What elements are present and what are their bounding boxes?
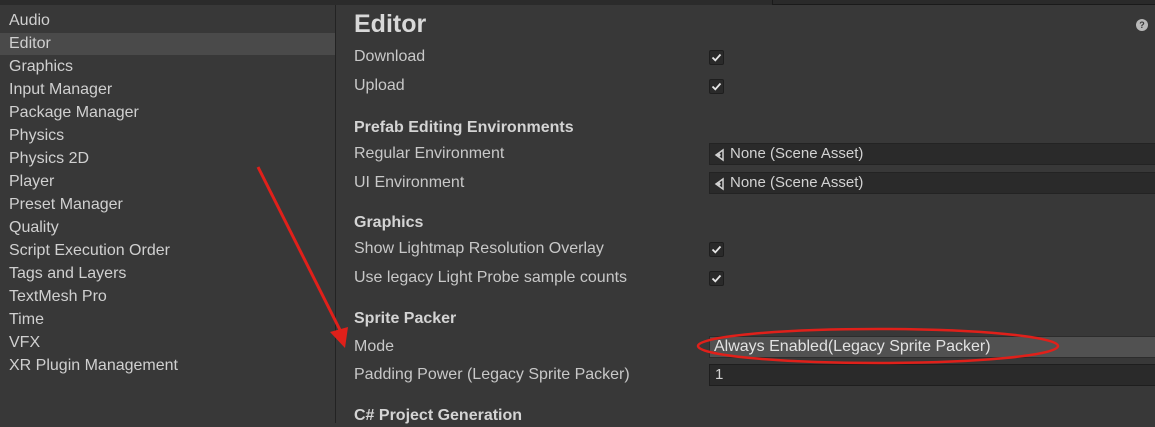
- upload-checkbox[interactable]: [709, 79, 724, 94]
- light-probe-label: Use legacy Light Probe sample counts: [354, 269, 628, 286]
- sidebar-item-player[interactable]: Player: [0, 171, 335, 193]
- checkmark-icon: [711, 274, 722, 283]
- sidebar-item-physics-2d[interactable]: Physics 2D: [0, 148, 335, 170]
- download-label: Download: [354, 48, 426, 65]
- sidebar-item-preset-manager[interactable]: Preset Manager: [0, 194, 335, 216]
- sidebar-item-input-manager[interactable]: Input Manager: [0, 79, 335, 101]
- sidebar-item-graphics[interactable]: Graphics: [0, 56, 335, 78]
- graphics-header: Graphics: [354, 214, 424, 231]
- sidebar-item-quality[interactable]: Quality: [0, 217, 335, 239]
- editor-settings-panel: Editor ? Download Upload Prefab Editing …: [336, 5, 1155, 424]
- scene-asset-icon: [714, 173, 730, 197]
- settings-sidebar: Audio Editor Graphics Input Manager Pack…: [0, 5, 336, 423]
- sidebar-item-textmesh-pro[interactable]: TextMesh Pro: [0, 286, 335, 308]
- mode-label: Mode: [354, 338, 395, 355]
- padding-power-field[interactable]: 1: [709, 364, 1155, 386]
- regular-environment-field[interactable]: None (Scene Asset): [709, 143, 1155, 165]
- sidebar-item-physics[interactable]: Physics: [0, 125, 335, 147]
- padding-power-label: Padding Power (Legacy Sprite Packer): [354, 366, 630, 383]
- sidebar-item-editor[interactable]: Editor: [0, 33, 335, 55]
- sidebar-item-vfx[interactable]: VFX: [0, 332, 335, 354]
- lightmap-overlay-label: Show Lightmap Resolution Overlay: [354, 240, 604, 257]
- prefab-editing-header: Prefab Editing Environments: [354, 119, 574, 136]
- sidebar-item-package-manager[interactable]: Package Manager: [0, 102, 335, 124]
- csharp-project-generation-header: C# Project Generation: [354, 407, 523, 424]
- checkmark-icon: [711, 245, 722, 254]
- regular-environment-value: None (Scene Asset): [730, 145, 864, 162]
- sidebar-item-tags-and-layers[interactable]: Tags and Layers: [0, 263, 335, 285]
- sprite-packer-mode-dropdown[interactable]: Always Enabled(Legacy Sprite Packer): [709, 336, 1155, 358]
- sprite-packer-header: Sprite Packer: [354, 310, 457, 327]
- sidebar-item-xr-plugin-management[interactable]: XR Plugin Management: [0, 355, 335, 377]
- ui-environment-label: UI Environment: [354, 174, 465, 191]
- page-title: Editor: [354, 10, 427, 38]
- scene-asset-icon: [714, 144, 730, 168]
- checkmark-icon: [711, 82, 722, 91]
- light-probe-checkbox[interactable]: [709, 271, 724, 286]
- help-icon[interactable]: ?: [1136, 19, 1148, 31]
- sidebar-item-time[interactable]: Time: [0, 309, 335, 331]
- ui-environment-field[interactable]: None (Scene Asset): [709, 172, 1155, 194]
- checkmark-icon: [711, 53, 722, 62]
- lightmap-overlay-checkbox[interactable]: [709, 242, 724, 257]
- upload-label: Upload: [354, 77, 405, 94]
- regular-environment-label: Regular Environment: [354, 145, 505, 162]
- ui-environment-value: None (Scene Asset): [730, 174, 864, 191]
- sidebar-item-audio[interactable]: Audio: [0, 10, 335, 32]
- sidebar-item-script-execution-order[interactable]: Script Execution Order: [0, 240, 335, 262]
- download-checkbox[interactable]: [709, 50, 724, 65]
